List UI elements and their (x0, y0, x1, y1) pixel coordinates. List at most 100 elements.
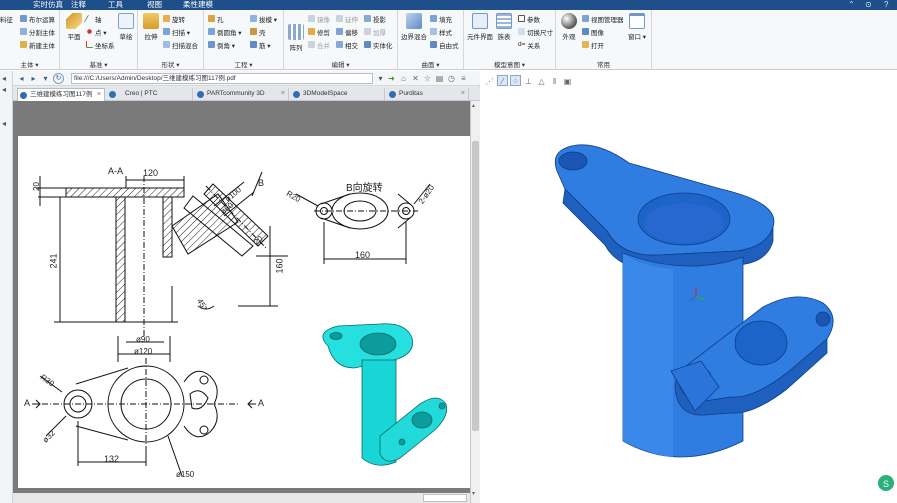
chevron-left-icon[interactable]: ◂ (2, 74, 6, 83)
home-icon[interactable]: ⌂ (398, 73, 409, 84)
tab-pdf[interactable]: 三维建模练习图117例 × (17, 88, 105, 101)
mirror-button[interactable]: 镜像 (308, 14, 330, 24)
stop-icon[interactable]: ✕ (410, 73, 421, 84)
go-icon[interactable]: ➜ (386, 73, 397, 84)
rib-button[interactable]: 筋 ▾ (250, 40, 271, 50)
appearance-button[interactable]: 外观 (558, 13, 580, 41)
sweep-button[interactable]: 扫描 ▾ (163, 27, 190, 37)
graphics-viewport[interactable]: ⋰ ⁄ ⁘ ⊥ △ ‖ ▣ S (481, 71, 897, 503)
print-icon[interactable]: ▤ (434, 73, 445, 84)
ptc-favicon (293, 91, 300, 98)
group-shapes-label: 形状 ▾ (161, 62, 180, 69)
draft-icon (250, 15, 257, 22)
address-input[interactable]: file:///C:/Users/Admin/Desktop/三维建模练习图11… (71, 73, 373, 84)
new-body-button[interactable]: 新建主体 (20, 40, 55, 50)
rib-icon (250, 41, 257, 48)
plane-button[interactable]: 平面 (63, 13, 85, 41)
scroll-thumb[interactable] (472, 141, 479, 431)
chevron-left-icon-2[interactable]: ◂ (2, 85, 6, 94)
style-button[interactable]: 样式 (430, 27, 452, 37)
shell-button[interactable]: 壳 (250, 27, 266, 37)
draft-button[interactable]: 拔模 ▾ (250, 14, 277, 24)
menu-annotate[interactable]: 注释 (68, 0, 89, 10)
engineering-drawing (32, 171, 448, 477)
more-icon[interactable]: ≡ (458, 73, 469, 84)
extend-button[interactable]: 延伸 (336, 14, 358, 24)
dropdown-icon[interactable]: ▾ (375, 73, 386, 84)
bookmark-icon[interactable]: ☆ (422, 73, 433, 84)
group-engineering-label: 工程 ▾ (234, 62, 253, 69)
refresh-icon[interactable]: ↻ (53, 73, 64, 84)
sketch-button[interactable]: 草绘 (116, 13, 136, 41)
chamfer-button[interactable]: 倒角 ▾ (208, 40, 235, 50)
hole-button[interactable]: 孔 (208, 14, 224, 24)
extrude-button[interactable]: 拉伸 (141, 13, 161, 41)
history-icon[interactable]: ◷ (446, 73, 457, 84)
swept-blend-button[interactable]: 扫描混合 (163, 40, 198, 50)
pdf-horizontal-scrollbar[interactable] (13, 493, 470, 503)
menu-view[interactable]: 视图 (144, 0, 165, 10)
image-button[interactable]: 图像 (582, 27, 604, 37)
group-body: 料征 布尔运算 分割主体 新建主体 主体 ▾ (0, 10, 60, 70)
appearance-icon (561, 13, 577, 29)
pdf-vertical-scrollbar[interactable]: ▴ ▾ (470, 101, 480, 503)
pdf-page: A-A B向旋转 B A A 20 120 241 ø100 ø60 20 16… (18, 136, 470, 488)
parameters-button[interactable]: 参数 (518, 14, 540, 24)
csys-icon (86, 41, 93, 48)
tab-partcommunity[interactable]: PARTcommunity 3D × (195, 88, 289, 101)
round-button[interactable]: 倒圆角 ▾ (208, 27, 242, 37)
offset-button[interactable]: 偏移 (336, 27, 358, 37)
back-icon[interactable]: ◂ (16, 73, 27, 84)
boundary-blend-button[interactable]: 边界混合 (400, 13, 428, 41)
revolve-button[interactable]: 旋转 (163, 14, 185, 24)
csys-button[interactable]: 坐标系 (86, 40, 115, 50)
settings-icon[interactable]: ⊙ (865, 0, 872, 10)
trim-button[interactable]: 修剪 (308, 27, 330, 37)
parameters-icon (518, 15, 525, 22)
point-button[interactable]: 点 ▾ (86, 27, 107, 37)
group-common: 外观 视图管理器 图像 打开 窗口 ▾ 常用 (556, 10, 652, 70)
tab-close-icon[interactable]: × (97, 89, 101, 101)
open-button[interactable]: 打开 (582, 40, 604, 50)
help-icon[interactable]: ? (884, 0, 888, 10)
intersect-button[interactable]: 相交 (336, 40, 358, 50)
tab-3dmodelspace[interactable]: 3DModelSpace (291, 88, 385, 101)
tab-close-icon[interactable]: × (281, 88, 285, 100)
fill-button[interactable]: 填充 (430, 14, 452, 24)
menu-arrow-icon[interactable]: ▾ (40, 73, 51, 84)
view-manager-button[interactable]: 视图管理器 (582, 14, 624, 24)
merge-button[interactable]: 合并 (308, 40, 330, 50)
cut-button[interactable]: 料征 (0, 14, 13, 24)
scroll-down-icon[interactable]: ▾ (472, 491, 479, 498)
axis-button[interactable]: 轴 (83, 14, 102, 24)
group-body-label: 主体 ▾ (20, 62, 39, 69)
window-button[interactable]: 窗口 ▾ (626, 13, 648, 41)
freestyle-button[interactable]: 自由式 (430, 40, 459, 50)
tab-purditas[interactable]: Purditas × (387, 88, 469, 101)
relations-button[interactable]: d= 关系 (518, 40, 540, 50)
scroll-up-icon[interactable]: ▴ (472, 103, 479, 110)
menu-tools[interactable]: 工具 (105, 0, 126, 10)
menu-flexible-modeling[interactable]: 柔性建模 (180, 0, 216, 10)
project-button[interactable]: 投影 (364, 14, 386, 24)
collapse-ribbon-icon[interactable]: ⌃ (848, 0, 855, 10)
forward-icon[interactable]: ▸ (28, 73, 39, 84)
pattern-button[interactable]: 阵列 (286, 24, 306, 52)
chevron-left-icon-3[interactable]: ◂ (2, 119, 6, 128)
switch-dimensions-button[interactable]: 切换尺寸 (518, 27, 553, 37)
component-interface-button[interactable]: 元件界面 (466, 13, 494, 41)
left-panel-strip: ◂ ◂ ◂ (0, 71, 13, 503)
view-letter-b: B (258, 178, 265, 188)
boolean-button[interactable]: 布尔运算 (20, 14, 55, 24)
3d-model[interactable]: S (481, 71, 897, 503)
tab-close-icon[interactable]: × (461, 88, 465, 100)
solidify-button[interactable]: 实体化 (364, 40, 393, 50)
tab-creo-ptc[interactable]: Creo | PTC (107, 88, 193, 101)
thicken-button[interactable]: 加厚 (364, 27, 386, 37)
svg-text:S: S (883, 479, 889, 489)
menu-realtime-sim[interactable]: 实时仿真 (30, 0, 66, 10)
family-table-button[interactable]: 族表 (494, 13, 514, 41)
relations-icon: d= (518, 41, 526, 48)
split-body-button[interactable]: 分割主体 (20, 27, 55, 37)
switch-dimensions-icon (518, 28, 525, 35)
